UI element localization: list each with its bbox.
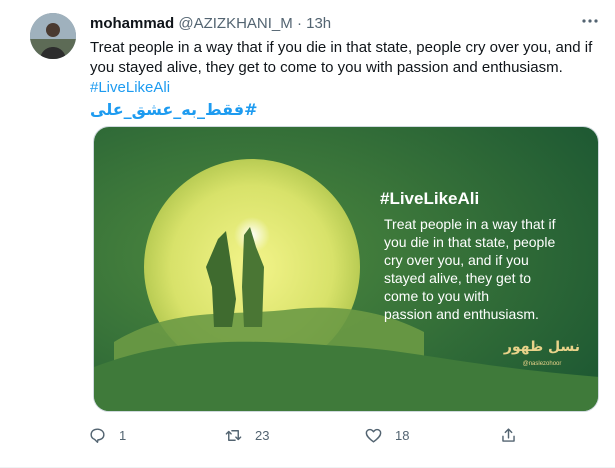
like-count: 18	[395, 427, 410, 443]
media-hashtag: #LiveLikeAli	[380, 189, 479, 208]
media-artwork: #LiveLikeAli Treat people in a way that …	[94, 127, 598, 411]
media-quote-line: come to you with	[384, 288, 489, 304]
share-icon	[502, 427, 515, 442]
retweet-icon	[225, 429, 242, 441]
media-quote-line: passion and enthusiasm.	[384, 306, 539, 322]
avatar-image	[30, 13, 76, 59]
hashtag-link-arabic[interactable]: #فقط_به_عشق_علی	[90, 100, 600, 120]
reply-icon	[90, 427, 105, 443]
tweet-header: mohammad @AZIZKHANI_M · 13h	[90, 14, 595, 34]
heart-icon	[365, 428, 382, 443]
reply-count: 1	[119, 427, 127, 443]
retweet-count: 23	[255, 427, 270, 443]
media-quote-line: stayed alive, they get to	[384, 270, 531, 286]
like-button[interactable]: 18	[364, 420, 409, 450]
tweet[interactable]: mohammad @AZIZKHANI_M · 13h Treat people…	[0, 0, 615, 468]
tweet-time[interactable]: 13h	[306, 15, 331, 32]
avatar[interactable]	[30, 13, 76, 59]
retweet-button[interactable]: 23	[224, 420, 269, 450]
tweet-media-image[interactable]: #LiveLikeAli Treat people in a way that …	[93, 126, 599, 412]
media-quote-line: Treat people in a way that if	[384, 216, 556, 232]
reply-button[interactable]: 1	[88, 420, 126, 450]
more-icon[interactable]	[579, 10, 601, 32]
share-button[interactable]	[499, 420, 518, 450]
author-name[interactable]: mohammad	[90, 15, 174, 32]
author-handle[interactable]: @AZIZKHANI_M	[178, 15, 292, 32]
media-quote-line: you die in that state, people	[384, 234, 555, 250]
tweet-body: Treat people in a way that if you die in…	[90, 38, 600, 120]
tweet-text: Treat people in a way that if you die in…	[90, 39, 593, 76]
media-logo-text: نسل ظهور	[503, 339, 580, 355]
tweet-actions: 1 23 18	[88, 420, 528, 450]
hashtag-link[interactable]: #LiveLikeAli	[90, 78, 600, 98]
separator-dot: ·	[296, 15, 302, 32]
media-logo-handle: @naslezohoor	[523, 361, 562, 367]
media-quote-line: cry over you, and if you	[384, 252, 529, 268]
